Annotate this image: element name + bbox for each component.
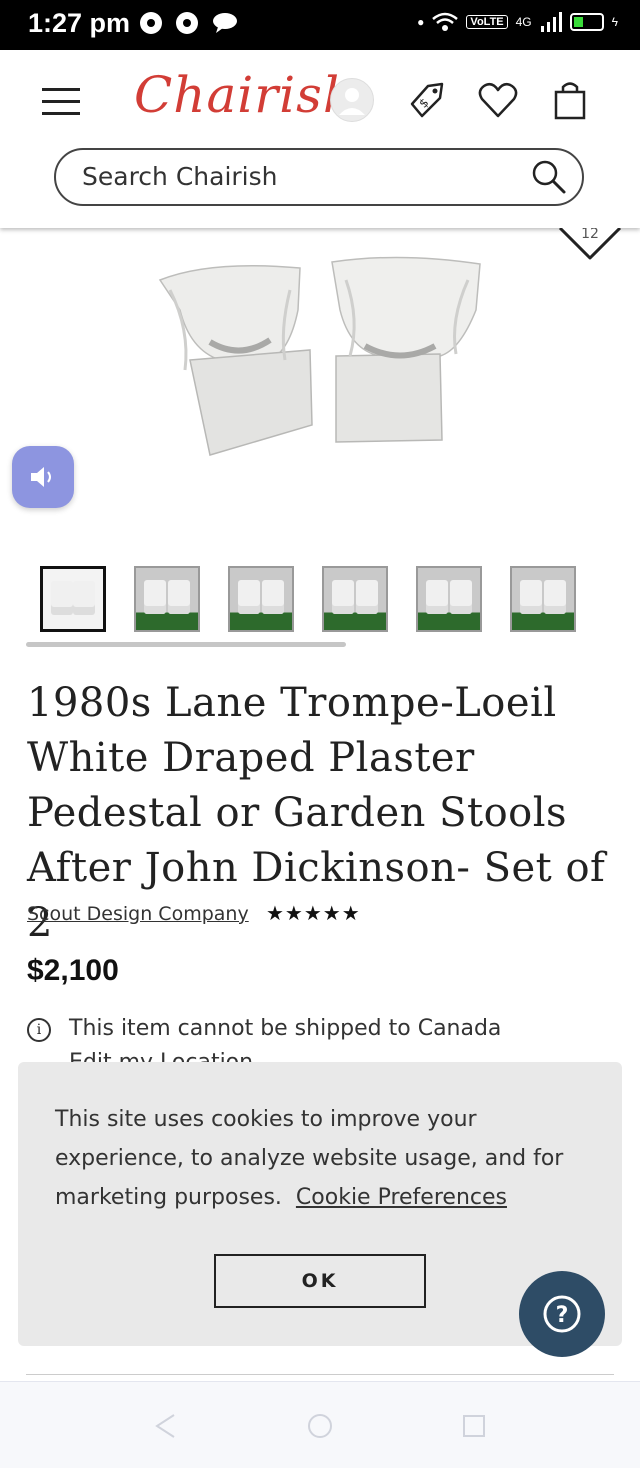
wifi-icon <box>432 12 459 31</box>
system-nav-bar <box>0 1381 640 1468</box>
menu-icon[interactable] <box>42 88 80 116</box>
help-button[interactable]: ? <box>519 1271 605 1357</box>
thumbnail-6[interactable] <box>510 566 576 632</box>
divider <box>26 1374 614 1375</box>
thumbnail-5[interactable] <box>416 566 482 632</box>
search-icon[interactable] <box>530 158 568 196</box>
home-icon[interactable] <box>306 1412 334 1440</box>
volte-badge: VoLTE <box>466 15 508 29</box>
info-icon: i <box>27 1018 51 1042</box>
status-notification-icons <box>140 12 238 34</box>
dot-icon: ● <box>417 15 425 29</box>
product-image[interactable] <box>150 250 490 460</box>
seller-link[interactable]: Scout Design Company <box>27 903 249 925</box>
thumbnail-3[interactable] <box>228 566 294 632</box>
cookie-message: This site uses cookies to improve your e… <box>55 1100 575 1217</box>
account-icon[interactable] <box>330 78 374 122</box>
heart-icon[interactable] <box>476 78 520 122</box>
search-bar[interactable] <box>54 148 584 206</box>
recents-icon[interactable] <box>460 1412 488 1440</box>
status-time: 1:27 pm <box>28 8 131 38</box>
status-bar: 1:27 pm ● VoLTE 4G ϟ <box>0 0 640 50</box>
cookie-ok-button[interactable]: OK <box>214 1254 426 1308</box>
thumbnail-2[interactable] <box>134 566 200 632</box>
back-icon[interactable] <box>152 1412 180 1440</box>
speaker-icon <box>31 467 51 487</box>
search-input[interactable] <box>82 162 502 191</box>
notification-icon <box>176 12 198 34</box>
notification-icon <box>140 12 162 34</box>
price-tag-icon[interactable]: $ <box>404 78 448 122</box>
favorite-count: 12 <box>581 228 599 242</box>
shipping-notice: This item cannot be shipped to Canada <box>69 1016 502 1041</box>
product-price: $2,100 <box>27 954 119 987</box>
thumbnail-scrollbar[interactable] <box>26 642 346 647</box>
chat-bubble-icon <box>213 13 237 33</box>
battery-icon <box>569 13 604 31</box>
stool-left <box>158 265 313 456</box>
stool-right <box>331 256 481 443</box>
svg-text:?: ? <box>556 1303 569 1328</box>
signal-icon <box>540 12 562 32</box>
thumbnail-1[interactable] <box>40 566 106 632</box>
thumbnail-4[interactable] <box>322 566 388 632</box>
question-icon: ? <box>543 1295 581 1333</box>
network-type: 4G <box>515 15 532 29</box>
chairish-logo[interactable]: Chairish <box>134 66 356 124</box>
seller-rating: ★★★★★ <box>266 901 361 925</box>
cookie-preferences-link[interactable]: Cookie Preferences <box>296 1185 507 1210</box>
thumbnail-strip <box>40 566 576 632</box>
favorite-heart-icon[interactable]: 12 <box>558 228 622 262</box>
charging-icon: ϟ <box>611 15 618 29</box>
audio-assist-button[interactable] <box>12 446 74 508</box>
status-system-icons: ● VoLTE 4G ϟ <box>417 12 618 32</box>
shopping-bag-icon[interactable] <box>548 78 592 122</box>
